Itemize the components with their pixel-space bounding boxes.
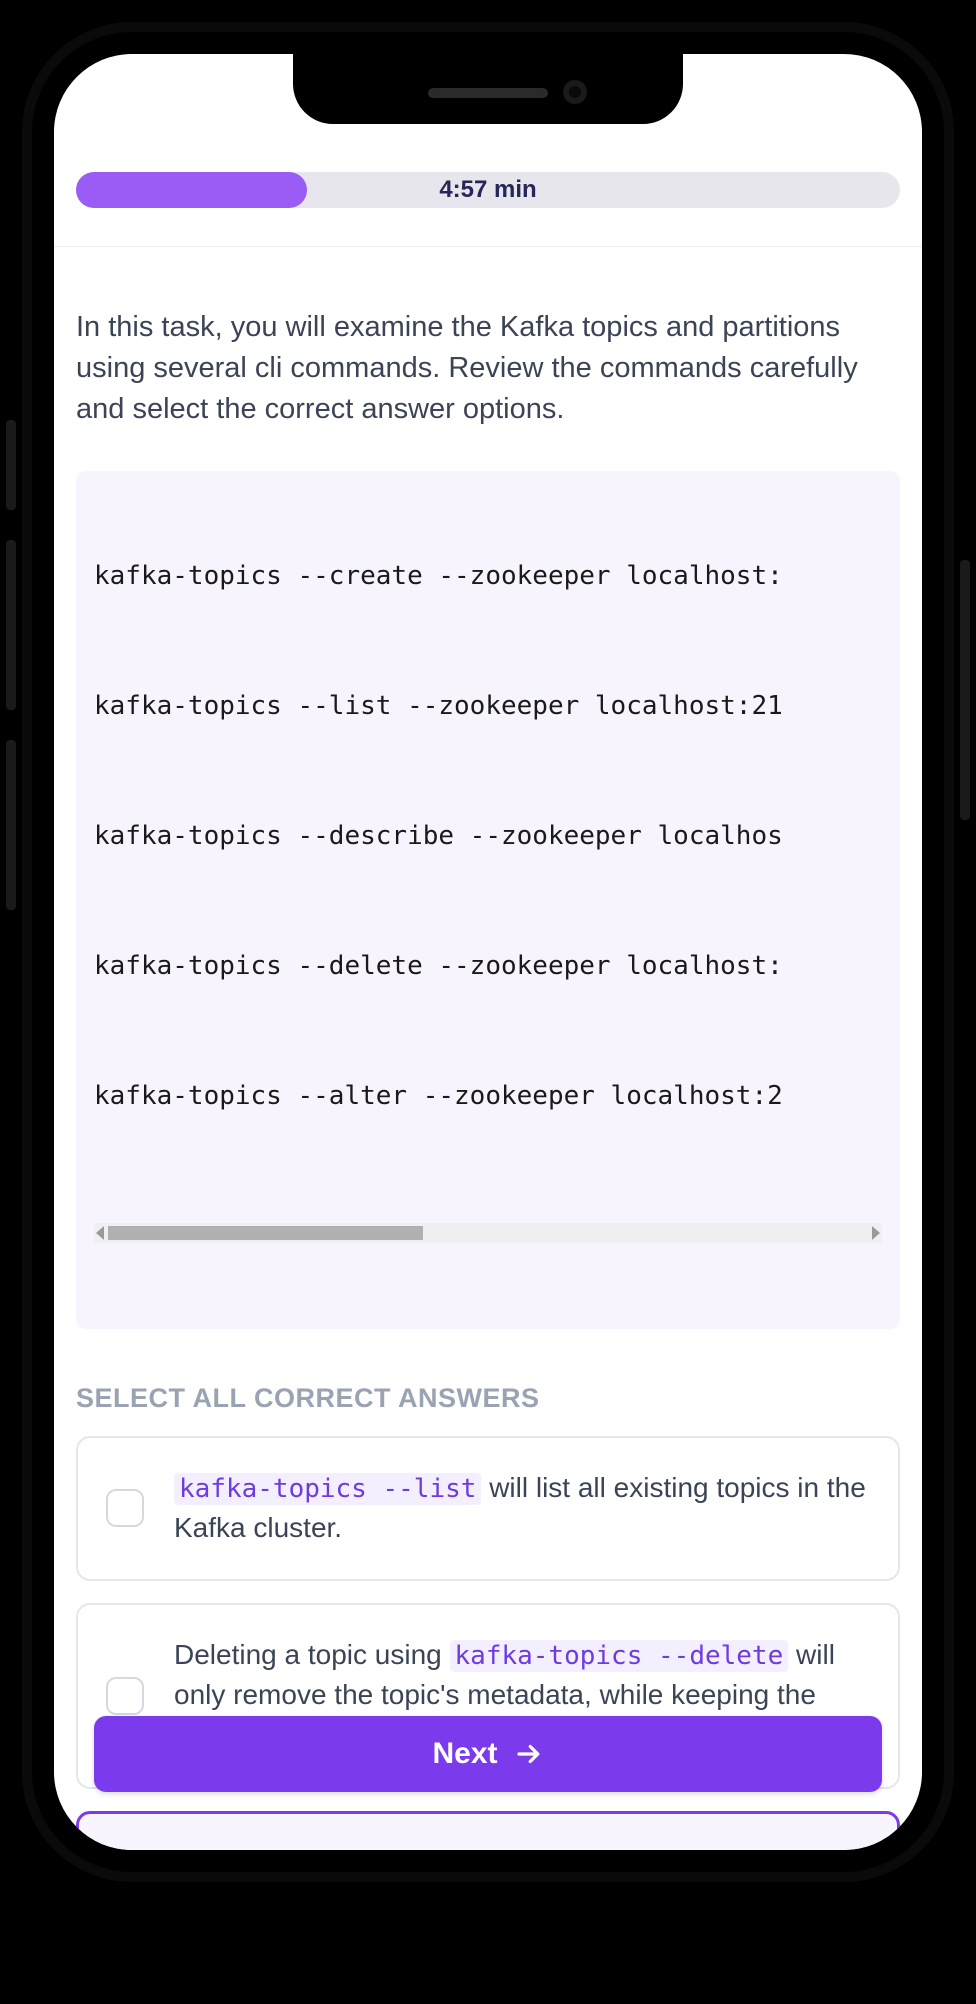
- answer-text: kafka-topics --list will list all existi…: [174, 1468, 870, 1549]
- code-line: kafka-topics --describe --zookeeper loca…: [94, 821, 882, 851]
- progress-bar: 4:57 min: [76, 172, 900, 208]
- checkbox[interactable]: [106, 1677, 144, 1715]
- app-content: 4:57 min In this task, you will examine …: [54, 54, 922, 1850]
- horizontal-scrollbar[interactable]: [94, 1223, 882, 1243]
- task-description: In this task, you will examine the Kafka…: [76, 307, 900, 431]
- answer-pre: Deleting a topic using: [174, 1639, 450, 1670]
- answer-text: Increasing the number of partitions for …: [175, 1844, 869, 1850]
- phone-frame: 4:57 min In this task, you will examine …: [22, 22, 954, 1882]
- phone-bezel: 4:57 min In this task, you will examine …: [32, 32, 944, 1872]
- code-line: kafka-topics --alter --zookeeper localho…: [94, 1081, 882, 1111]
- answers-header: SELECT ALL CORRECT ANSWERS: [76, 1383, 900, 1414]
- next-button[interactable]: Next: [94, 1716, 882, 1792]
- next-button-label: Next: [432, 1737, 497, 1771]
- answer-pre: Increasing the number of partitions for …: [175, 1848, 812, 1850]
- code-line: kafka-topics --delete --zookeeper localh…: [94, 951, 882, 981]
- answer-option-3[interactable]: Increasing the number of partitions for …: [76, 1811, 900, 1850]
- code-line: kafka-topics --list --zookeeper localhos…: [94, 691, 882, 721]
- scroll-thumb[interactable]: [108, 1226, 423, 1240]
- code-line: kafka-topics --create --zookeeper localh…: [94, 561, 882, 591]
- code-block[interactable]: kafka-topics --create --zookeeper localh…: [76, 471, 900, 1329]
- inline-code: kafka-topics --delete: [450, 1640, 789, 1672]
- notch: [293, 54, 683, 124]
- speaker-grille: [428, 88, 548, 98]
- scroll-left-arrow-icon[interactable]: [96, 1226, 104, 1240]
- screen: 4:57 min In this task, you will examine …: [54, 54, 922, 1850]
- front-camera: [563, 80, 587, 104]
- inline-code: kafka-topics --list: [174, 1473, 481, 1505]
- arrow-right-icon: [514, 1739, 544, 1769]
- scroll-right-arrow-icon[interactable]: [872, 1226, 880, 1240]
- answer-option-1[interactable]: kafka-topics --list will list all existi…: [76, 1436, 900, 1581]
- timer-label: 4:57 min: [439, 176, 536, 204]
- progress-fill: [76, 172, 307, 208]
- checkbox[interactable]: [106, 1489, 144, 1527]
